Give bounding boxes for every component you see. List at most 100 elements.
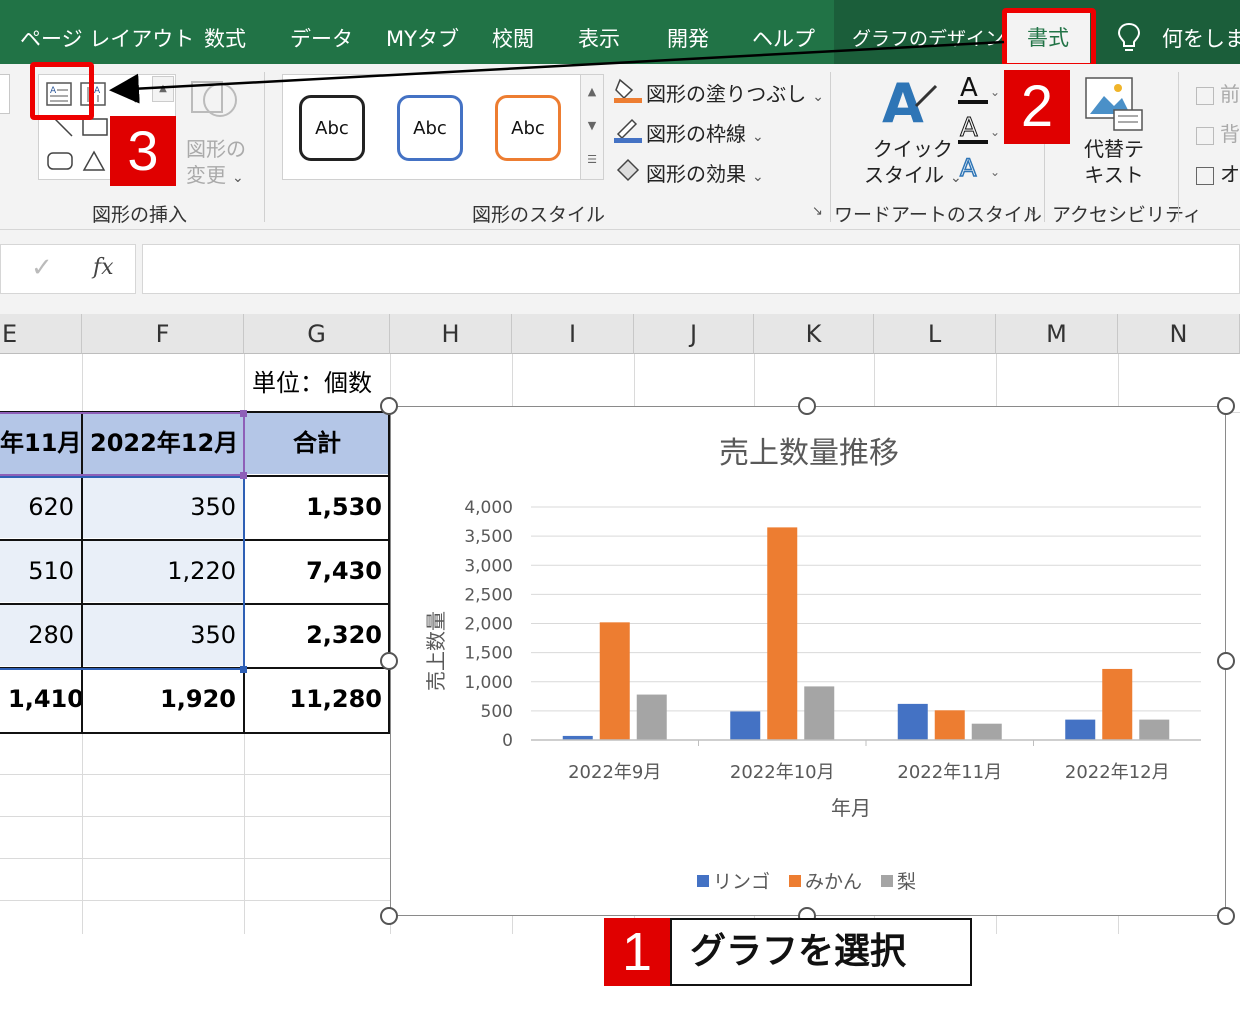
unit-note-cell[interactable]: 単位：個数	[244, 354, 390, 412]
column-header-f[interactable]: F	[82, 314, 244, 354]
chart-svg: 売上数量推移 売上数量 年月 0 500 1,000 1,500 2,000 2,500 3…	[424, 436, 1201, 893]
y-tick-label: 3,500	[464, 527, 513, 547]
accessibility-group-label: アクセシビリティ	[1052, 204, 1202, 226]
change-shape-label-line2: 変更 ⌄	[186, 163, 244, 187]
legend-swatch-梨	[881, 875, 893, 887]
dialog-launcher-icon[interactable]: ↘	[1026, 204, 1037, 219]
quick-styles-label-line1: クイック	[872, 137, 953, 161]
resize-handle-top[interactable]	[798, 397, 816, 415]
step-1-badge: 1	[604, 918, 670, 986]
table-cell-total[interactable]: 1,410	[0, 668, 84, 730]
text-effects-icon[interactable]: A ⌄	[958, 152, 1000, 190]
legend-label: みかん	[805, 871, 862, 893]
bar-リンゴ-2022年10月	[730, 711, 761, 740]
insert-function-icon[interactable]: fx	[93, 255, 114, 280]
resize-handle-top-left[interactable]	[380, 397, 398, 415]
gridline	[0, 900, 390, 901]
range-handle[interactable]	[240, 666, 247, 673]
column-header-j[interactable]: J	[634, 314, 754, 354]
column-header-e[interactable]: E	[0, 314, 82, 354]
chart-object[interactable]: 売上数量推移 売上数量 年月 0 500 1,000 1,500 2,000 2,500 3…	[390, 406, 1226, 916]
svg-text:⌄: ⌄	[990, 125, 998, 139]
column-header-k[interactable]: K	[754, 314, 874, 354]
gridline	[0, 816, 390, 817]
column-header-h[interactable]: H	[390, 314, 512, 354]
table-border	[0, 732, 390, 734]
pencil-outline-icon	[614, 116, 642, 148]
chart-y-axis-title[interactable]: 売上数量	[424, 611, 448, 691]
table-cell-total[interactable]: 11,280	[244, 668, 390, 730]
rounded-rectangle-shape-icon[interactable]	[46, 150, 74, 176]
alt-text-label-line2: キスト	[1084, 163, 1144, 187]
bar-リンゴ-2022年11月	[897, 703, 928, 740]
formula-bar: ✓ fx	[0, 230, 1240, 314]
formula-input[interactable]	[142, 244, 1240, 294]
send-backward-icon	[1196, 126, 1214, 145]
column-header-m[interactable]: M	[996, 314, 1118, 354]
table-cell-total[interactable]: 1,920	[82, 668, 244, 730]
step-2-badge: 2	[1004, 70, 1070, 144]
legend-swatch-リンゴ	[697, 875, 709, 887]
gridline	[0, 774, 390, 775]
chart-x-axis-title[interactable]: 年月	[831, 796, 871, 820]
dialog-launcher-icon[interactable]: ↘	[812, 204, 823, 219]
resize-handle-left[interactable]	[380, 652, 398, 670]
table-cell-total[interactable]: 7,430	[244, 540, 390, 602]
gallery-more-icon[interactable]: ☰	[581, 143, 603, 177]
bar-みかん-2022年11月	[934, 710, 965, 740]
resize-handle-bottom-right[interactable]	[1217, 907, 1235, 925]
y-tick-label: 2,000	[464, 615, 513, 635]
bar-みかん-2022年10月	[767, 527, 798, 740]
x-tick-label: 2022年11月	[897, 762, 1002, 783]
table-cell-total[interactable]: 2,320	[244, 604, 390, 666]
legend-swatch-みかん	[789, 875, 801, 887]
y-tick-label: 1,000	[464, 673, 513, 693]
enter-check-icon[interactable]: ✓	[31, 253, 53, 283]
x-tick-label: 2022年9月	[568, 762, 661, 783]
chart-source-range-purple	[0, 412, 245, 476]
change-shape-label-line1: 図形の	[186, 137, 246, 161]
change-shape-button[interactable]: 図形の 変更 ⌄	[186, 136, 246, 191]
resize-handle-top-right[interactable]	[1217, 397, 1235, 415]
legend-label: リンゴ	[713, 871, 770, 893]
alt-text-label-line1: 代替テ	[1084, 137, 1144, 161]
column-header-g[interactable]: G	[244, 314, 390, 354]
column-header-i[interactable]: I	[512, 314, 634, 354]
wordart-group-label: ワードアートのスタイル	[834, 204, 1042, 226]
bar-梨-2022年11月	[971, 723, 1002, 740]
shape-effects-button[interactable]: 図形の効果 ⌄	[646, 158, 764, 187]
bar-梨-2022年10月	[804, 686, 835, 740]
bar-リンゴ-2022年12月	[1065, 719, 1096, 740]
step-3-badge: 3	[110, 116, 176, 186]
y-tick-label: 500	[481, 702, 513, 722]
y-tick-label: 4,000	[464, 498, 513, 518]
resize-handle-bottom-left[interactable]	[380, 907, 398, 925]
range-handle[interactable]	[240, 472, 247, 479]
formula-bar-buttons: ✓ fx	[0, 244, 136, 294]
triangle-shape-icon[interactable]	[82, 150, 106, 176]
table-cell-total[interactable]: 1,530	[244, 476, 390, 538]
svg-text:⌄: ⌄	[990, 165, 998, 179]
y-tick-label: 0	[502, 731, 513, 751]
column-header-n[interactable]: N	[1118, 314, 1240, 354]
alt-text-button[interactable]: 代替テ キスト	[1084, 136, 1144, 188]
bar-梨-2022年9月	[636, 694, 667, 740]
insert-shapes-group-label: 図形の挿入	[92, 204, 188, 226]
legend-label: 梨	[897, 871, 916, 893]
selection-pane-button[interactable]: オ	[1196, 158, 1240, 187]
y-tick-label: 2,500	[464, 585, 513, 605]
y-tick-label: 3,000	[464, 556, 513, 576]
send-backward-button[interactable]: 背	[1196, 118, 1240, 147]
resize-handle-right[interactable]	[1217, 652, 1235, 670]
x-tick-label: 2022年10月	[730, 762, 835, 783]
x-tick-label: 2022年12月	[1065, 762, 1170, 783]
shape-outline-button[interactable]: 図形の枠線 ⌄	[646, 118, 764, 147]
step-1-caption: グラフを選択	[670, 918, 972, 986]
chart-title[interactable]: 売上数量推移	[719, 436, 899, 471]
header-cell-total[interactable]: 合計	[244, 412, 390, 474]
bar-梨-2022年12月	[1139, 719, 1170, 740]
range-handle[interactable]	[240, 410, 247, 417]
chart-source-range-blue	[0, 476, 245, 670]
column-header-l[interactable]: L	[874, 314, 996, 354]
quick-styles-button[interactable]: クイック スタイル ⌄	[864, 136, 962, 191]
